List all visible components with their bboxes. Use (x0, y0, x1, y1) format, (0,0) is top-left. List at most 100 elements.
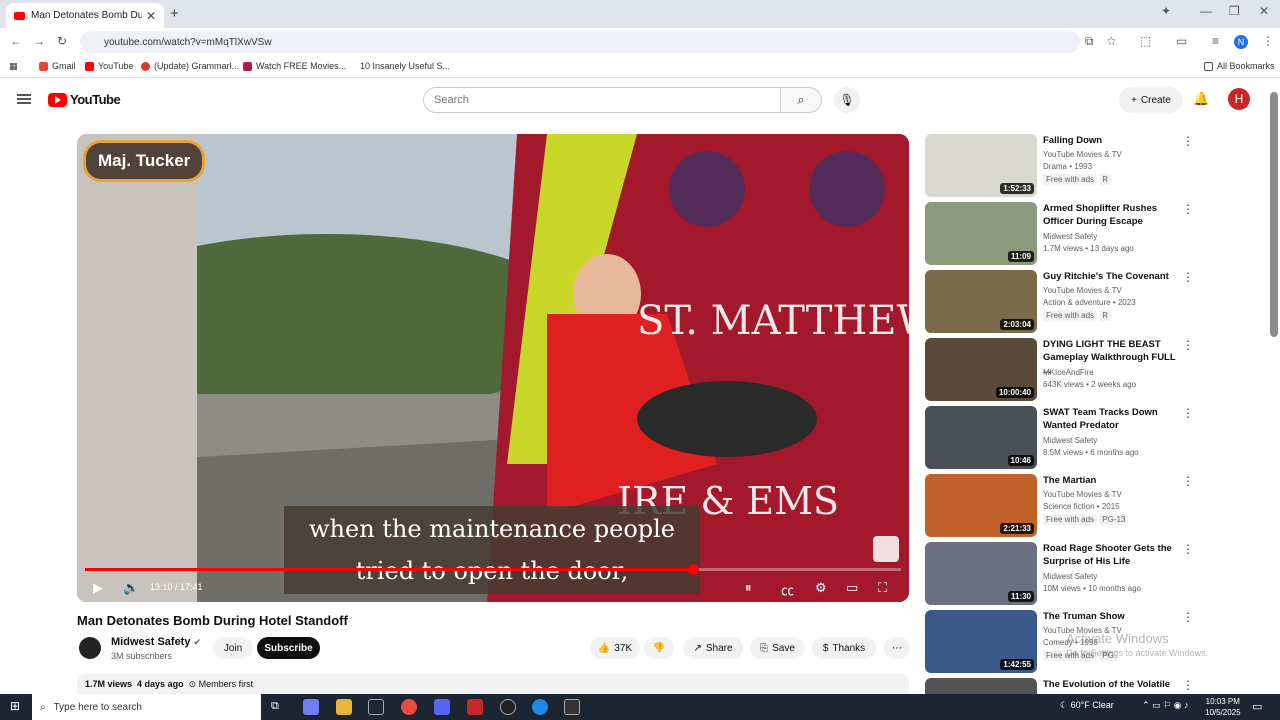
recommendation-channel[interactable]: YouTube Movies & TV (1043, 286, 1122, 295)
recommendation-channel[interactable]: MKIceAndFire (1043, 368, 1094, 377)
minimize-icon[interactable]: — (1200, 4, 1212, 18)
more-actions-icon[interactable]: ⋯ (884, 637, 910, 659)
theater-mode-icon[interactable]: ▭ (846, 580, 858, 596)
join-button[interactable]: Join (213, 637, 253, 659)
file-explorer-icon[interactable] (336, 699, 352, 715)
epic-games-icon[interactable] (564, 699, 580, 715)
recommendation-title[interactable]: Road Rage Shooter Gets the Surprise of H… (1043, 542, 1179, 568)
more-options-icon[interactable]: ⋮ (1182, 474, 1194, 488)
more-options-icon[interactable]: ⋮ (1182, 542, 1194, 556)
channel-avatar[interactable] (79, 637, 101, 659)
video-thumbnail[interactable]: 10:00:40 (925, 338, 1037, 401)
recommendation-title[interactable]: Falling Down (1043, 134, 1179, 147)
recommendation-item[interactable]: 10:00:40 DYING LIGHT THE BEAST Gameplay W… (925, 338, 1195, 402)
settings-gear-icon[interactable]: ⚙ (815, 580, 827, 596)
bookmark-free-movies[interactable]: Watch FREE Movies... (243, 61, 346, 71)
profile-avatar[interactable]: N (1234, 35, 1248, 49)
recommendation-channel[interactable]: Midwest Safety (1043, 436, 1097, 445)
video-thumbnail[interactable]: 1:52:33 (925, 134, 1037, 197)
recommendation-item[interactable]: 11:30 Road Rage Shooter Gets the Surprise… (925, 542, 1195, 606)
more-options-icon[interactable]: ⋮ (1182, 678, 1194, 692)
more-options-icon[interactable]: ⋮ (1182, 270, 1194, 284)
youtube-logo[interactable]: YouTube (48, 92, 121, 107)
recommendation-title[interactable]: The Evolution of the Volatile (1043, 678, 1179, 691)
taskbar-search-input[interactable]: ⌕ Type here to search (32, 694, 261, 720)
recommendation-item[interactable]: 10:46 SWAT Team Tracks Down Wanted Predat… (925, 406, 1195, 470)
user-avatar[interactable]: H (1228, 88, 1250, 110)
autoplay-toggle-icon[interactable]: ⏸ (745, 580, 752, 596)
notification-center-icon[interactable]: ▭ (1252, 700, 1262, 713)
recommendation-item[interactable]: 1:52:33 Falling Down YouTube Movies & TV Dr… (925, 134, 1195, 198)
video-thumbnail[interactable]: 11:09 (925, 202, 1037, 265)
like-button[interactable]: 👍 37K (590, 637, 640, 659)
search-icon[interactable]: ⌕ (781, 87, 822, 113)
video-thumbnail[interactable] (925, 678, 1037, 694)
edge-icon[interactable] (532, 699, 548, 715)
task-view-icon[interactable]: ⧉ (271, 700, 279, 713)
weather-widget[interactable]: ☾ 60°F Clear (1060, 700, 1114, 711)
recommendation-channel[interactable]: YouTube Movies & TV (1043, 490, 1122, 499)
recommendation-item[interactable]: 2:03:04 Guy Ritchie's The Covenant YouTube… (925, 270, 1195, 334)
back-icon[interactable]: ← (10, 34, 22, 48)
bookmark-star-icon[interactable]: ☆ (1106, 34, 1117, 48)
all-bookmarks[interactable]: All Bookmarks (1204, 61, 1275, 71)
recommendation-channel[interactable]: YouTube Movies & TV (1043, 150, 1122, 159)
close-window-icon[interactable]: ✕ (1259, 4, 1269, 18)
description-box[interactable]: 1.7M views 4 days ago ⊙ Members first (77, 674, 909, 694)
discord-icon[interactable] (434, 699, 450, 715)
share-button[interactable]: ↗ Share (683, 637, 743, 659)
save-button[interactable]: ⎘ Save (750, 637, 805, 659)
chrome-icon[interactable] (401, 699, 417, 715)
recommendation-channel[interactable]: Midwest Safety (1043, 572, 1097, 581)
recommendation-channel[interactable]: Midwest Safety (1043, 232, 1097, 241)
sidebar-icon[interactable]: ▭ (1176, 34, 1187, 48)
create-button[interactable]: + Create (1119, 87, 1183, 113)
search-input[interactable]: Search (423, 87, 781, 113)
video-thumbnail[interactable]: 11:30 (925, 542, 1037, 605)
bookmark-useful[interactable]: 10 Insanely Useful S... (360, 61, 450, 71)
tray-icons[interactable]: ⌃ ▭ ⚐ ◉ ♪ (1142, 700, 1188, 711)
browser-tab[interactable]: Man Detonates Bomb During H ✕ (6, 3, 164, 28)
restore-icon[interactable]: ❐ (1229, 4, 1240, 18)
more-options-icon[interactable]: ⋮ (1182, 338, 1194, 352)
bookmark-gmail[interactable]: Gmail (39, 61, 76, 71)
menu-dots-icon[interactable]: ⋮ (1262, 34, 1274, 48)
recommendation-item[interactable]: 2:21:33 The Martian YouTube Movies & TV Sci… (925, 474, 1195, 538)
bookmark-youtube[interactable]: YouTube (85, 61, 133, 71)
address-bar[interactable]: youtube.com/watch?v=mMqTlXwVSw (80, 31, 1080, 53)
close-tab-icon[interactable]: ✕ (146, 9, 156, 23)
media-icon[interactable]: ≡ (1212, 34, 1219, 48)
app-red-icon[interactable] (467, 699, 483, 715)
channel-name[interactable]: Midwest Safety ✔ (111, 636, 201, 648)
microphone-icon[interactable]: 🎙 (834, 87, 860, 113)
copilot-icon[interactable] (303, 699, 319, 715)
recommendation-title[interactable]: The Martian (1043, 474, 1179, 487)
steam-icon[interactable] (368, 699, 384, 715)
reload-icon[interactable]: ↻ (57, 34, 67, 48)
recommendation-title[interactable]: SWAT Team Tracks Down Wanted Predator (1043, 406, 1179, 432)
apps-icon[interactable]: ▦ (9, 61, 18, 72)
more-options-icon[interactable]: ⋮ (1182, 202, 1194, 216)
scrubber-handle[interactable] (687, 564, 699, 575)
recommendation-title[interactable]: The Truman Show (1043, 610, 1179, 623)
app-dark-icon[interactable] (500, 699, 516, 715)
recommendation-item[interactable]: 11:09 Armed Shoplifter Rushes Officer Dur… (925, 202, 1195, 266)
cast-icon[interactable]: ⧉ (1085, 34, 1094, 49)
video-thumbnail[interactable]: 1:42:55 (925, 610, 1037, 673)
bookmark-grammarly[interactable]: (Update) Grammarl... (141, 61, 239, 71)
captions-icon[interactable]: ㏄ (781, 580, 794, 599)
video-thumbnail[interactable]: 10:46 (925, 406, 1037, 469)
thanks-button[interactable]: $ Thanks (812, 637, 876, 659)
new-tab-icon[interactable]: + (170, 5, 179, 22)
hamburger-menu-icon[interactable] (17, 94, 31, 104)
video-player[interactable]: ST. MATTHEWS IRE & EMS Maj. Tucker when … (77, 134, 909, 602)
video-thumbnail[interactable]: 2:03:04 (925, 270, 1037, 333)
more-options-icon[interactable]: ⋮ (1182, 406, 1194, 420)
play-icon[interactable]: ▶ (93, 580, 103, 596)
recommendation-title[interactable]: Guy Ritchie's The Covenant (1043, 270, 1179, 283)
channel-watermark-icon[interactable] (873, 536, 899, 562)
forward-icon[interactable]: → (33, 34, 45, 48)
recommendation-item[interactable]: The Evolution of the Volatile ⋮ (925, 678, 1195, 694)
dislike-button[interactable]: 👎 (644, 637, 674, 659)
gemini-icon[interactable]: ✦ (1161, 4, 1171, 18)
